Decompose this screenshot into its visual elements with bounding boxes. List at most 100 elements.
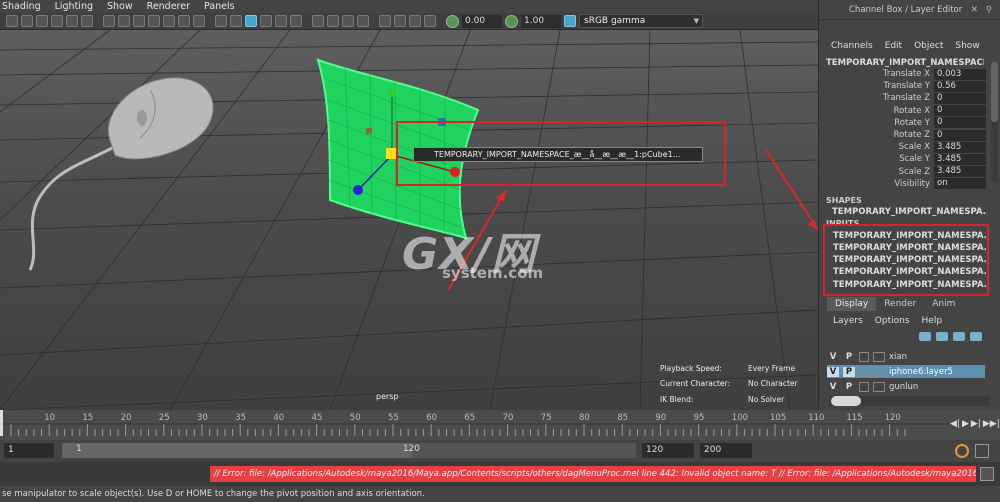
attr-value[interactable]: 3.485 — [934, 153, 986, 165]
menu-shading[interactable]: Shading — [2, 1, 41, 12]
menu-renderer[interactable]: Renderer — [147, 1, 190, 12]
attr-value[interactable]: 0 — [934, 117, 986, 129]
resolution-gate-icon[interactable] — [133, 15, 145, 27]
attr-row[interactable]: Rotate Z0 — [819, 129, 1000, 141]
layer-row[interactable]: V P xian — [827, 350, 985, 363]
gamma-field[interactable]: 1.00 — [521, 14, 561, 28]
grid-icon[interactable] — [103, 15, 115, 27]
safe-action-icon[interactable] — [178, 15, 190, 27]
attr-row[interactable]: Rotate X0 — [819, 105, 1000, 117]
tab-render[interactable]: Render — [876, 297, 924, 311]
layer-type-box[interactable] — [859, 366, 869, 377]
play-forward-icon[interactable]: ▶ — [962, 419, 969, 429]
layer-type-box[interactable] — [859, 381, 869, 392]
layer-color-swatch[interactable] — [873, 366, 885, 377]
menu-help[interactable]: Help — [922, 316, 943, 326]
mouse-model[interactable] — [28, 77, 214, 271]
pin-icon[interactable]: ⚲ — [986, 0, 992, 20]
layer-playback-toggle[interactable]: P — [843, 352, 855, 362]
attr-row[interactable]: Visibility on — [819, 178, 1000, 190]
range-bar[interactable]: 1 120 — [62, 443, 636, 458]
layer-type-box[interactable] — [859, 351, 869, 362]
layer-row-selected[interactable]: V P iphone6:layer5 — [827, 365, 985, 378]
wireframe-on-shaded-icon[interactable] — [245, 15, 257, 27]
motion-blur-icon[interactable] — [327, 15, 339, 27]
move-layer-up-icon[interactable] — [919, 332, 931, 341]
attr-value[interactable]: 0 — [934, 105, 986, 117]
close-icon[interactable]: ✕ — [971, 0, 978, 20]
2d-pan-icon[interactable] — [66, 15, 78, 27]
go-end-icon[interactable]: ▶▶| — [983, 419, 1000, 429]
menu-panels[interactable]: Panels — [204, 1, 235, 12]
color-management-icon[interactable] — [564, 15, 576, 27]
menu-show[interactable]: Show — [107, 1, 133, 12]
layer-visibility-toggle[interactable]: V — [827, 352, 839, 362]
attr-value[interactable]: 3.485 — [934, 166, 986, 178]
auto-key-icon[interactable] — [955, 444, 969, 458]
range-thumb[interactable]: 1 120 — [62, 443, 420, 458]
range-start-field[interactable]: 1 — [4, 443, 54, 458]
field-chart-icon[interactable] — [163, 15, 175, 27]
perspective-viewport[interactable]: TEMPORARY_IMPORT_NAMESPACE_æ__å__æ__æ__1… — [0, 30, 818, 410]
layer-color-swatch[interactable] — [873, 351, 885, 362]
attr-value[interactable]: 0.003 — [934, 68, 986, 80]
wireframe-icon[interactable] — [215, 15, 227, 27]
menu-lighting[interactable]: Lighting — [55, 1, 93, 12]
textured-icon[interactable] — [260, 15, 272, 27]
attr-row[interactable]: Rotate Y0 — [819, 117, 1000, 129]
attr-row[interactable]: Translate Z0 — [819, 92, 1000, 104]
use-all-lights-icon[interactable] — [275, 15, 287, 27]
layer-playback-toggle[interactable]: P — [843, 382, 855, 392]
screen-space-ao-icon[interactable] — [312, 15, 324, 27]
select-camera-icon[interactable] — [6, 15, 18, 27]
safe-title-icon[interactable] — [193, 15, 205, 27]
attr-row[interactable]: Scale Y 3.485 — [819, 153, 1000, 165]
tab-display[interactable]: Display — [827, 297, 877, 311]
new-layer-selected-icon[interactable] — [970, 332, 982, 341]
gamma-icon[interactable] — [505, 14, 518, 28]
script-editor-icon[interactable] — [980, 467, 994, 481]
step-back-icon[interactable]: ◀| — [950, 419, 960, 429]
multisample-icon[interactable] — [342, 15, 354, 27]
exposure-field[interactable]: 0.00 — [462, 14, 502, 28]
layer-playback-toggle[interactable]: P — [843, 366, 855, 377]
channel-box-scrollbar[interactable] — [991, 62, 998, 182]
time-slider[interactable]: 10 15 20 25 30 35 40 45 50 55 60 65 70 75 80 85 90 95 100 1… — [0, 410, 1000, 440]
attr-row[interactable]: Scale X 3.485 — [819, 141, 1000, 153]
attr-row[interactable]: Scale Z 3.485 — [819, 166, 1000, 178]
xray-icon[interactable] — [394, 15, 406, 27]
film-gate-icon[interactable] — [118, 15, 130, 27]
attr-value[interactable]: on — [934, 178, 986, 190]
isolate-select-icon[interactable] — [379, 15, 391, 27]
range-end-field[interactable]: 120 — [642, 443, 694, 458]
image-plane-icon[interactable] — [51, 15, 63, 27]
colorspace-dropdown[interactable]: sRGB gamma — [579, 14, 703, 28]
shadows-icon[interactable] — [290, 15, 302, 27]
animation-prefs-icon[interactable] — [975, 444, 989, 458]
layer-visibility-toggle[interactable]: V — [827, 382, 839, 392]
new-layer-icon[interactable] — [953, 332, 965, 341]
tab-anim[interactable]: Anim — [924, 297, 963, 311]
attr-value[interactable]: 3.485 — [934, 141, 986, 153]
menu-channels[interactable]: Channels — [831, 41, 873, 51]
layer-visibility-toggle[interactable]: V — [827, 366, 839, 377]
layer-row[interactable]: V P gunlun — [827, 380, 985, 393]
menu-options[interactable]: Options — [875, 316, 910, 326]
shape-item[interactable]: TEMPORARY_IMPORT_NAMESPA... — [819, 207, 987, 217]
layer-hscrollbar[interactable] — [829, 396, 989, 406]
smooth-shade-icon[interactable] — [230, 15, 242, 27]
attr-value[interactable]: 0 — [934, 92, 986, 104]
current-frame-marker[interactable] — [0, 410, 3, 436]
range-max-field[interactable]: 200 — [700, 443, 752, 458]
menu-layers[interactable]: Layers — [833, 316, 863, 326]
hscrollbar-thumb[interactable] — [831, 396, 861, 406]
step-forward-icon[interactable]: ▶| — [971, 419, 981, 429]
menu-object[interactable]: Object — [914, 41, 943, 51]
exposure-icon[interactable] — [446, 14, 459, 28]
depth-of-field-icon[interactable] — [357, 15, 369, 27]
attr-row[interactable]: Translate X 0.003 — [819, 68, 1000, 80]
attr-row[interactable]: Translate Y 0.56 — [819, 80, 1000, 92]
move-layer-down-icon[interactable] — [936, 332, 948, 341]
bookmark-icon[interactable] — [36, 15, 48, 27]
xray-joints-icon[interactable] — [409, 15, 421, 27]
